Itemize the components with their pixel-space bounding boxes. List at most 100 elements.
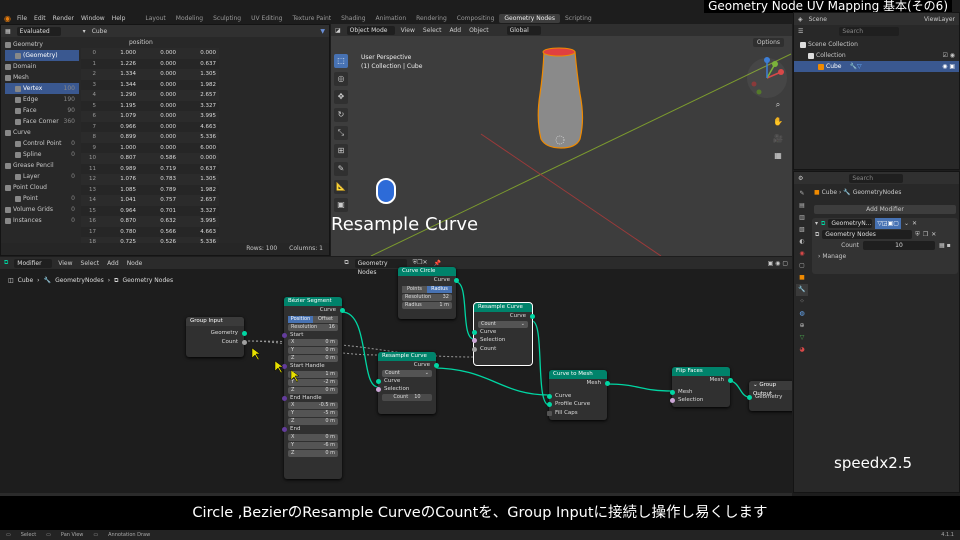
- eh-x-field[interactable]: X -0.5 m: [288, 402, 338, 409]
- view3d-icon[interactable]: ◪: [335, 27, 341, 34]
- camera-icon[interactable]: 🎥: [773, 130, 783, 147]
- end-z-field[interactable]: Z0 m: [288, 449, 338, 457]
- tab-uv-editing[interactable]: UV Editing: [246, 14, 287, 23]
- curve-to-mesh-node[interactable]: Curve to Mesh Mesh Curve Profile Curve F…: [546, 370, 610, 420]
- outliner-item-scene-collection[interactable]: Scene Collection: [794, 39, 959, 50]
- data-tab-icon[interactable]: ▽: [796, 332, 808, 344]
- tree-item-control-point[interactable]: Control Point 0: [5, 138, 79, 149]
- tree-item-spline[interactable]: Spline 0: [5, 149, 79, 160]
- resample-curve-node-2[interactable]: Resample Curve Curve Count ⌄ Curve Select…: [471, 302, 535, 366]
- resample1-mode-dropdown[interactable]: Count ⌄: [382, 369, 432, 377]
- eh-y-field[interactable]: Y -5 m: [288, 410, 338, 417]
- object-tab-icon[interactable]: ■: [796, 272, 808, 284]
- dropdown-icon[interactable]: ⌄: [904, 218, 909, 229]
- menu-window[interactable]: Window: [81, 15, 105, 22]
- curve-circle-node[interactable]: Curve Circle Curve Points Radius Resoluti…: [398, 267, 459, 319]
- bezier-segment-node[interactable]: Bézier Segment Curve Position Offset Reso…: [281, 297, 345, 479]
- viewport-menu-view[interactable]: View: [401, 27, 415, 34]
- annotate-icon[interactable]: ✎: [334, 162, 348, 176]
- geometry-input-socket[interactable]: [746, 395, 752, 400]
- scene-name[interactable]: Scene: [809, 16, 827, 23]
- start-y-field[interactable]: Y0 m: [288, 347, 338, 354]
- blender-logo-icon[interactable]: ◉: [4, 14, 11, 23]
- tab-compositing[interactable]: Compositing: [452, 14, 500, 23]
- modifier-toggles[interactable]: ▽◲▣▢: [875, 218, 901, 229]
- tab-modeling[interactable]: Modeling: [171, 14, 208, 23]
- group-input-header[interactable]: Group Input: [186, 317, 244, 326]
- curve-socket[interactable]: [433, 363, 439, 368]
- viewport-menu-add[interactable]: Add: [449, 27, 461, 34]
- curve-input-socket[interactable]: [375, 378, 381, 384]
- end-y-field[interactable]: Y -6 m: [288, 441, 338, 449]
- group-input-node[interactable]: Group Input Geometry Count: [186, 317, 247, 357]
- options-button[interactable]: Options: [752, 38, 784, 47]
- tree-item-volume-grids[interactable]: Volume Grids 0: [5, 204, 79, 215]
- grid-icon[interactable]: ▦: [773, 147, 783, 164]
- geometry-socket[interactable]: [241, 331, 247, 336]
- eh-z-field[interactable]: Z0 m: [288, 418, 338, 425]
- end-x-field[interactable]: X0 m: [288, 433, 338, 441]
- mesh-input-socket[interactable]: [669, 389, 675, 395]
- measure-icon[interactable]: 📐: [334, 180, 348, 194]
- select-box-icon[interactable]: ⬚: [334, 54, 348, 68]
- resolution-field[interactable]: Resolution 16: [288, 323, 338, 331]
- selection-socket[interactable]: [669, 398, 675, 403]
- mesh-socket[interactable]: [604, 381, 610, 386]
- tree-item-mesh[interactable]: Mesh: [5, 72, 79, 83]
- evaluation-dropdown[interactable]: Evaluated: [16, 26, 61, 36]
- orientation-dropdown[interactable]: Global: [506, 25, 541, 35]
- fake-user-icon[interactable]: ⛨: [915, 229, 920, 240]
- flip-faces-header[interactable]: Flip Faces: [672, 367, 730, 376]
- count-input[interactable]: 10: [863, 241, 935, 250]
- tree-item-layer[interactable]: Layer 0: [5, 171, 79, 182]
- add-modifier-button[interactable]: Add Modifier: [814, 205, 956, 214]
- scene-tab-icon[interactable]: ◐: [796, 236, 808, 248]
- zoom-icon[interactable]: ⌕: [773, 96, 783, 113]
- start-x-field[interactable]: X0 m: [288, 339, 338, 346]
- tab-layout[interactable]: Layout: [140, 14, 170, 23]
- navigation-gizmo[interactable]: [745, 56, 789, 100]
- bezier-header[interactable]: Bézier Segment: [284, 297, 342, 306]
- tree-item-edge[interactable]: Edge 190: [5, 94, 79, 105]
- particles-tab-icon[interactable]: ⁘: [796, 296, 808, 308]
- menu-render[interactable]: Render: [53, 15, 74, 22]
- tree-item-point[interactable]: Point 0: [5, 193, 79, 204]
- column-header[interactable]: position: [81, 38, 329, 48]
- flip-faces-node[interactable]: Flip Faces Mesh Mesh Selection: [669, 367, 733, 407]
- selection-socket[interactable]: [471, 338, 477, 343]
- count-socket[interactable]: [241, 339, 247, 345]
- tree-item-geometry[interactable]: Geometry: [5, 39, 79, 50]
- start-socket[interactable]: [281, 332, 287, 338]
- properties-search[interactable]: Search: [849, 173, 904, 183]
- move-icon[interactable]: ✥: [334, 90, 348, 104]
- resample1-count-field[interactable]: Count 10: [382, 393, 432, 401]
- radius-button[interactable]: Radius: [427, 285, 452, 293]
- 3d-viewport[interactable]: ◪ Object Mode View Select Add Object Global…: [331, 24, 792, 256]
- material-tab-icon[interactable]: ◕: [796, 344, 808, 356]
- circle-resolution-field[interactable]: Resolution 32: [402, 293, 452, 301]
- view-layer-tab-icon[interactable]: ▧: [796, 224, 808, 236]
- tree-item-point-cloud[interactable]: Point Cloud: [5, 182, 79, 193]
- close-icon[interactable]: ✕: [912, 218, 917, 229]
- outliner-item-collection[interactable]: Collection ☑ ◉: [794, 50, 959, 61]
- rotate-icon[interactable]: ↻: [334, 108, 348, 122]
- menu-file[interactable]: File: [17, 15, 27, 22]
- tree-item-vertex[interactable]: Vertex 100: [5, 83, 79, 94]
- transform-icon[interactable]: ⊞: [334, 144, 348, 158]
- group-output-header[interactable]: ⌄ Group Output: [749, 381, 792, 397]
- offset-button[interactable]: Offset: [313, 315, 338, 323]
- unlink-icon[interactable]: ✕: [931, 229, 936, 240]
- selection-socket[interactable]: [375, 387, 381, 392]
- group-output-node[interactable]: ⌄ Group Output Geometry: [746, 381, 792, 411]
- filter-icon[interactable]: ▼: [320, 28, 325, 35]
- fill-caps-checkbox[interactable]: [546, 410, 552, 416]
- cursor-icon[interactable]: ◎: [334, 72, 348, 86]
- tree-item--geometry-[interactable]: (Geometry): [5, 50, 79, 61]
- expand-icon[interactable]: ▾: [815, 218, 818, 229]
- circle-radius-field[interactable]: Radius 1 m: [402, 301, 452, 309]
- count-socket[interactable]: [471, 346, 477, 352]
- curve-socket[interactable]: [529, 314, 535, 319]
- resample2-mode-dropdown[interactable]: Count ⌄: [478, 320, 528, 328]
- position-button[interactable]: Position: [288, 315, 313, 323]
- start-z-field[interactable]: Z0 m: [288, 355, 338, 362]
